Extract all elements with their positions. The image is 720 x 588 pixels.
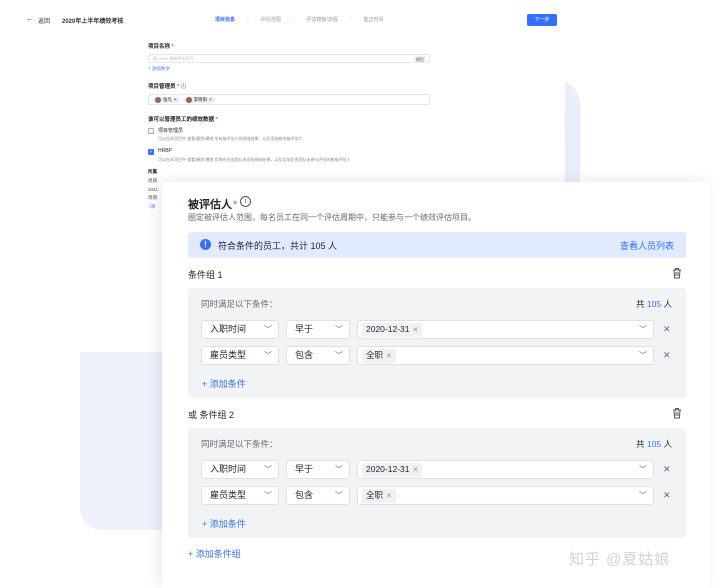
step-scope[interactable]: 评估范围 xyxy=(261,16,281,23)
group-count: 共 105 人 xyxy=(636,439,672,449)
chevron-down-icon: ﹀ xyxy=(639,491,647,500)
add-condition-button[interactable]: + 添加条件 xyxy=(202,517,246,530)
permission-option-desc: 可以在本项目中 查看/删除/撤销 负责的业务团队成员的绩效结果，以及添加负责团队… xyxy=(158,157,351,162)
step-project-info[interactable]: 项目信息 xyxy=(215,16,235,23)
info-icon: ⓘ xyxy=(180,84,187,90)
evaluatee-title: 被评估人* xyxy=(188,199,238,211)
chevron-down-icon: ﹀ xyxy=(335,491,343,500)
value-tag[interactable]: 2020-12-31 ✕ xyxy=(362,463,423,477)
condition-group-title: 条件组 1 xyxy=(188,270,223,280)
condition-group-title: 或 条件组 2 xyxy=(188,410,235,420)
chevron-down-icon: ﹀ xyxy=(335,325,343,334)
manager-select[interactable]: 张凡 × 李晓阳 × xyxy=(148,94,430,105)
add-condition-group-button[interactable]: + 添加条件组 xyxy=(188,547,241,560)
avatar xyxy=(155,96,161,103)
watermark: 知乎 @夏姑娘 xyxy=(569,551,671,568)
permission-option-desc: 可以在本项目中 查看/删除/撤销 所有被评估人的绩效结果，以及添加新的被评估人 xyxy=(158,136,303,141)
checkbox-icon[interactable]: ✓ xyxy=(148,149,154,155)
chevron-down-icon: ﹀ xyxy=(264,465,272,474)
operator-select[interactable]: 早于 ﹀ xyxy=(286,460,350,479)
back-button[interactable]: 返回 xyxy=(38,16,50,25)
next-button[interactable]: 下一步 xyxy=(527,14,557,26)
value-select[interactable]: 全职 ✕ ﹀ xyxy=(357,486,654,505)
chevron-down-icon: ﹀ xyxy=(335,351,343,360)
project-name-label: 项目名称 * xyxy=(148,44,174,50)
close-icon[interactable]: × xyxy=(174,97,177,102)
operator-select[interactable]: 包含 ﹀ xyxy=(286,486,350,505)
value-select[interactable]: 2020-12-31 ✕ ﹀ xyxy=(357,320,654,339)
view-people-link[interactable]: 查看人员列表 xyxy=(620,239,674,252)
chevron-down-icon: ﹀ xyxy=(639,351,647,360)
step-separator: › xyxy=(292,16,295,22)
section-label: 所属 xyxy=(148,169,157,174)
chevron-down-icon: ﹀ xyxy=(264,325,272,334)
checkbox-icon[interactable] xyxy=(148,128,154,134)
step-time[interactable]: 能正时间 xyxy=(363,16,383,23)
operator-select[interactable]: 包含 ﹀ xyxy=(286,346,350,365)
step-separator: › xyxy=(247,16,249,22)
condition-group: 同时满足以下条件： 共 105 人 入职时间 ﹀ 早于 ﹀ 2020-12-31 ✕ ﹀… xyxy=(188,288,686,398)
top-bar: ← 返回 2020年上半年绩效考核 项目信息 › 评估范围 › 评估模板/流程 … xyxy=(0,0,565,36)
chevron-down-icon: ﹀ xyxy=(335,465,343,474)
evaluatee-description: 圈定被评估人范围，每名员工在同一个评估周期中，只能参与一个绩效评估项目。 xyxy=(188,213,476,222)
manager-chip[interactable]: 张凡 × xyxy=(152,96,180,103)
group-head: 同时满足以下条件： xyxy=(201,439,278,449)
permission-label: 谁可以管理员工的绩效数据 * xyxy=(148,117,218,123)
permission-option[interactable]: 项目管理员 xyxy=(148,127,430,134)
chevron-down-icon: ﹀ xyxy=(639,465,647,474)
input-tag[interactable]: 模型 xyxy=(414,56,426,63)
back-arrow-icon[interactable]: ← xyxy=(26,14,34,23)
info-icon: ! xyxy=(200,239,211,250)
chevron-down-icon: ﹀ xyxy=(264,351,272,360)
step-indicator: 项目信息 › 评估范围 › 评估模板/流程 › 能正时间 xyxy=(215,16,383,23)
close-icon[interactable]: ✕ xyxy=(412,467,418,474)
chevron-down-icon: ﹀ xyxy=(639,325,647,334)
manager-label: 项目管理员 * ⓘ xyxy=(148,84,187,90)
field-select[interactable]: 入职时间 ﹀ xyxy=(201,460,279,479)
evaluatee-card: 被评估人* i 圈定被评估人范围，每名员工在同一个评估周期中，只能参与一个绩效评… xyxy=(162,182,710,588)
value-tag[interactable]: 2020-12-31 ✕ xyxy=(362,323,423,337)
trash-icon[interactable] xyxy=(672,267,682,279)
field-select[interactable]: 入职时间 ﹀ xyxy=(201,320,279,339)
permission-option-label: 项目管理员 xyxy=(158,128,184,134)
remove-row-icon[interactable]: ✕ xyxy=(663,324,671,335)
add-alias-link[interactable]: + 添加条文 xyxy=(148,66,430,72)
manager-chip[interactable]: 李晓阳 × xyxy=(182,96,215,103)
project-name-input[interactable]: 例: 2020 绩效评估项目 模型 xyxy=(148,54,430,63)
remove-row-icon[interactable]: ✕ xyxy=(663,464,671,475)
info-icon[interactable]: i xyxy=(240,196,251,207)
remove-row-icon[interactable]: ✕ xyxy=(663,350,671,361)
field-select[interactable]: 雇员类型 ﹀ xyxy=(201,346,279,365)
close-icon[interactable]: ✕ xyxy=(412,327,418,334)
page-title: 2020年上半年绩效考核 xyxy=(62,19,124,25)
trash-icon[interactable] xyxy=(672,407,682,419)
close-icon[interactable]: ✕ xyxy=(386,353,392,360)
operator-select[interactable]: 早于 ﹀ xyxy=(286,320,350,339)
match-count-text: 符合条件的员工，共计 105 人 xyxy=(218,241,338,251)
value-select[interactable]: 2020-12-31 ✕ ﹀ xyxy=(357,460,654,479)
add-condition-button[interactable]: + 添加条件 xyxy=(202,377,246,390)
match-banner: ! 符合条件的员工，共计 105 人 查看人员列表 xyxy=(188,232,686,258)
value-tag[interactable]: 全职 ✕ xyxy=(362,349,396,363)
value-tag[interactable]: 全职 ✕ xyxy=(362,489,396,503)
field-select[interactable]: 雇员类型 ﹀ xyxy=(201,486,279,505)
value-select[interactable]: 全职 ✕ ﹀ xyxy=(357,346,654,365)
group-head: 同时满足以下条件： xyxy=(201,299,278,309)
project-name-placeholder: 例: 2020 绩效评估项目 xyxy=(153,56,194,61)
step-template[interactable]: 评估模板/流程 xyxy=(306,16,337,23)
close-icon[interactable]: × xyxy=(209,97,212,102)
condition-group: 同时满足以下条件： 共 105 人 入职时间 ﹀ 早于 ﹀ 2020-12-31 ✕ ﹀… xyxy=(188,428,686,538)
remove-row-icon[interactable]: ✕ xyxy=(663,490,671,501)
permission-option[interactable]: ✓ HRBP xyxy=(148,148,430,155)
permission-option-label: HRBP xyxy=(158,148,172,154)
avatar xyxy=(185,96,192,103)
step-separator: › xyxy=(349,16,352,22)
chevron-down-icon: ﹀ xyxy=(264,491,272,500)
close-icon[interactable]: ✕ xyxy=(386,493,392,500)
group-count: 共 105 人 xyxy=(636,299,672,309)
